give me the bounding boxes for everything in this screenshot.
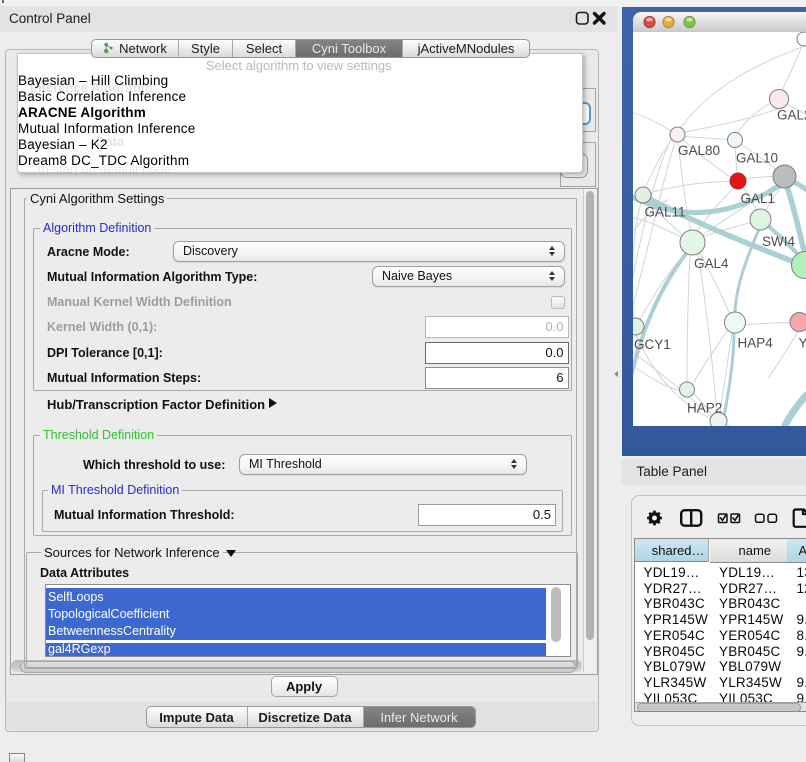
svg-text:GAL4: GAL4 <box>694 256 729 271</box>
svg-text:HAP4: HAP4 <box>738 335 774 350</box>
svg-text:GAL2: GAL2 <box>777 107 806 122</box>
svg-text:HAP2: HAP2 <box>687 400 722 415</box>
svg-text:Y: Y <box>799 335 806 350</box>
svg-text:GAL11: GAL11 <box>645 204 686 219</box>
svg-text:GCY1: GCY1 <box>634 337 671 352</box>
svg-text:SWI4: SWI4 <box>762 234 795 249</box>
svg-text:GAL10: GAL10 <box>736 150 778 165</box>
svg-text:GAL1: GAL1 <box>741 191 776 206</box>
svg-text:GAL80: GAL80 <box>678 143 720 158</box>
